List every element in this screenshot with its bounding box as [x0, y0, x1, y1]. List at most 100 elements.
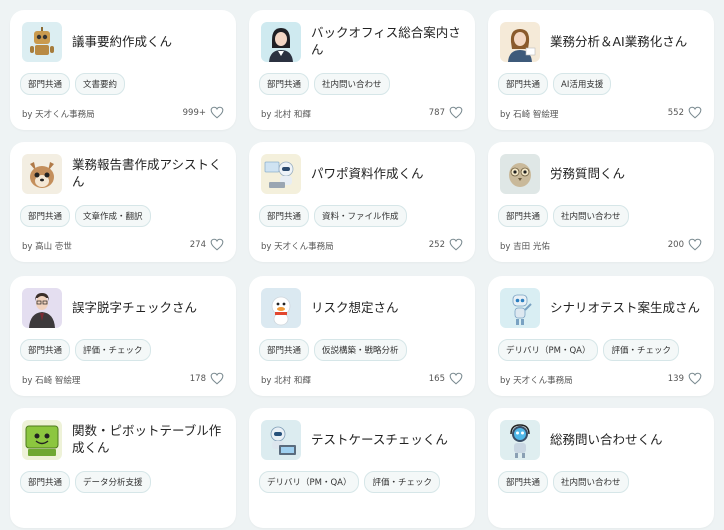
assistant-card[interactable]: バックオフィス総合案内さん 部門共通 社内問い合わせ by 北村 和輝 787 [249, 10, 475, 130]
robot-laptop-avatar-icon [261, 154, 301, 194]
card-title: テストケースチェッくん [311, 431, 448, 447]
heart-icon[interactable] [449, 238, 463, 251]
like-count: 274 [189, 239, 206, 250]
card-author: by 高山 壱世 [22, 242, 72, 252]
category-tag[interactable]: 部門共通 [20, 339, 71, 361]
category-tag[interactable]: 部門共通 [498, 205, 549, 227]
card-author: by 吉田 光佑 [500, 242, 550, 252]
heart-icon[interactable] [210, 372, 224, 385]
tag-list: 部門共通 データ分析支援 [20, 471, 151, 493]
heart-icon[interactable] [210, 238, 224, 251]
category-tag[interactable]: 社内問い合わせ [553, 205, 629, 227]
category-tag[interactable]: デリバリ（PM・QA） [259, 471, 360, 493]
tag-list: 部門共通 文章作成・翻訳 [20, 205, 151, 227]
heart-icon[interactable] [449, 106, 463, 119]
businessman-avatar-icon [22, 288, 62, 328]
card-title: シナリオテスト案生成さん [550, 299, 701, 315]
category-tag[interactable]: 部門共通 [20, 205, 71, 227]
like-counter: 200 [668, 238, 702, 251]
category-tag[interactable]: 社内問い合わせ [553, 471, 629, 493]
like-counter: 552 [668, 106, 702, 119]
category-tag[interactable]: 部門共通 [259, 339, 310, 361]
like-count: 999+ [182, 107, 206, 118]
assistant-card[interactable]: シナリオテスト案生成さんデリバリ（PM・QA） 評価・チェック by 天才くん事務局… [488, 276, 714, 396]
card-author: by 天才くん事務局 [500, 376, 573, 386]
category-tag[interactable]: 仮説構築・戦略分析 [314, 339, 407, 361]
robot-blue-avatar-icon [500, 288, 540, 328]
category-tag[interactable]: 評価・チェック [75, 339, 151, 361]
assistant-card[interactable]: 業務分析＆AI業務化さん 部門共通 AI活用支援 by 石崎 智絵理 552 [488, 10, 714, 130]
heart-icon[interactable] [688, 238, 702, 251]
like-counter: 178 [190, 372, 224, 385]
card-title: パワポ資料作成くん [311, 165, 424, 181]
card-author: by 北村 和輝 [261, 110, 311, 120]
assistant-card-grid: 議事要約作成くん 部門共通 文書要約 by 天才くん事務局 999+ バックオフィス総合案… [10, 10, 724, 530]
heart-icon[interactable] [449, 372, 463, 385]
like-count: 139 [667, 373, 684, 384]
category-tag[interactable]: 部門共通 [498, 73, 549, 95]
assistant-card[interactable]: 関数・ピボットテーブル作成くん 部門共通 データ分析支援 [10, 408, 236, 528]
category-tag[interactable]: デリバリ（PM・QA） [498, 339, 599, 361]
category-tag[interactable]: 資料・ファイル作成 [314, 205, 407, 227]
like-count: 252 [428, 239, 445, 250]
like-count: 787 [428, 107, 445, 118]
card-title: 業務分析＆AI業務化さん [550, 33, 688, 49]
card-title: リスク想定さん [311, 299, 399, 315]
card-title: 誤字脱字チェックさん [72, 299, 198, 315]
tag-list: デリバリ（PM・QA） 評価・チェック [259, 471, 440, 493]
category-tag[interactable]: AI活用支援 [553, 73, 612, 95]
card-author: by 北村 和輝 [261, 376, 311, 386]
heart-icon[interactable] [210, 106, 224, 119]
robot-headset-avatar-icon [500, 420, 540, 460]
assistant-card[interactable]: パワポ資料作成くん部門共通 資料・ファイル作成 by 天才くん事務局 252 [249, 142, 475, 262]
category-tag[interactable]: 部門共通 [259, 205, 310, 227]
like-count: 552 [667, 107, 684, 118]
card-author: by 石崎 智絵理 [22, 376, 81, 386]
like-counter: 999+ [183, 106, 224, 119]
tag-list: 部門共通 社内問い合わせ [498, 471, 629, 493]
tag-list: 部門共通 社内問い合わせ [259, 73, 390, 95]
tag-list: 部門共通 AI活用支援 [498, 73, 612, 95]
category-tag[interactable]: 社内問い合わせ [314, 73, 390, 95]
analyst-woman-avatar-icon [500, 22, 540, 62]
card-title: 関数・ピボットテーブル作成くん [72, 423, 222, 455]
category-tag[interactable]: 評価・チェック [603, 339, 679, 361]
category-tag[interactable]: 評価・チェック [364, 471, 440, 493]
assistant-card[interactable]: 労務質問くん部門共通 社内問い合わせ by 吉田 光佑 200 [488, 142, 714, 262]
category-tag[interactable]: 文書要約 [75, 73, 126, 95]
like-counter: 787 [429, 106, 463, 119]
card-title: 労務質問くん [550, 165, 626, 181]
category-tag[interactable]: データ分析支援 [75, 471, 151, 493]
assistant-card[interactable]: 議事要約作成くん 部門共通 文書要約 by 天才くん事務局 999+ [10, 10, 236, 130]
category-tag[interactable]: 部門共通 [20, 471, 71, 493]
tag-list: 部門共通 社内問い合わせ [498, 205, 629, 227]
assistant-card[interactable]: 業務報告書作成アシストくん 部門共通 文章作成・翻訳 by 高山 壱世 274 [10, 142, 236, 262]
tag-list: 部門共通 資料・ファイル作成 [259, 205, 407, 227]
card-author: by 天才くん事務局 [261, 242, 334, 252]
category-tag[interactable]: 部門共通 [498, 471, 549, 493]
heart-icon[interactable] [688, 372, 702, 385]
like-counter: 139 [668, 372, 702, 385]
card-title: 総務問い合わせくん [550, 431, 663, 447]
category-tag[interactable]: 文章作成・翻訳 [75, 205, 151, 227]
like-counter: 274 [190, 238, 224, 251]
category-tag[interactable]: 部門共通 [20, 73, 71, 95]
heart-icon[interactable] [688, 106, 702, 119]
like-count: 200 [667, 239, 684, 250]
like-counter: 165 [429, 372, 463, 385]
tag-list: 部門共通 仮説構築・戦略分析 [259, 339, 407, 361]
category-tag[interactable]: 部門共通 [259, 73, 310, 95]
tag-list: デリバリ（PM・QA） 評価・チェック [498, 339, 679, 361]
assistant-card[interactable]: 総務問い合わせくん部門共通 社内問い合わせ [488, 408, 714, 528]
assistant-card[interactable]: 誤字脱字チェックさん部門共通 評価・チェック by 石崎 智絵理 178 [10, 276, 236, 396]
card-title: バックオフィス総合案内さん [311, 25, 461, 57]
tag-list: 部門共通 評価・チェック [20, 339, 151, 361]
robot-gold-avatar-icon [22, 22, 62, 62]
robot-laptop-blue-avatar-icon [261, 420, 301, 460]
assistant-card[interactable]: テストケースチェッくんデリバリ（PM・QA） 評価・チェック [249, 408, 475, 528]
assistant-card[interactable]: リスク想定さん部門共通 仮説構築・戦略分析 by 北村 和輝 165 [249, 276, 475, 396]
robot-owl-avatar-icon [500, 154, 540, 194]
tag-list: 部門共通 文書要約 [20, 73, 126, 95]
card-title: 議事要約作成くん [72, 33, 173, 49]
office-woman-avatar-icon [261, 22, 301, 62]
